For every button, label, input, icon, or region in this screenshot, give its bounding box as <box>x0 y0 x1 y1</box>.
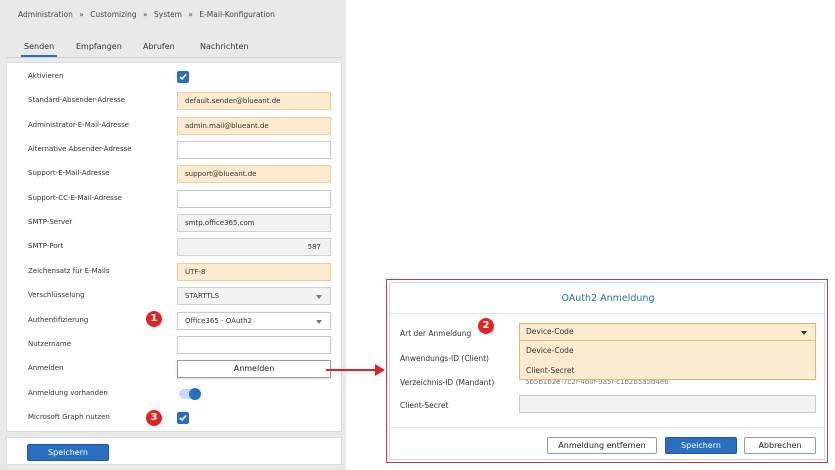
admin-mail-label: Administrator-E-Mail-Adresse <box>28 121 130 129</box>
smtp-port-label: SMTP-Port <box>28 242 64 250</box>
row-support-cc: Support-CC-E-Mail-Adresse <box>7 190 343 208</box>
art-der-anmeldung-select[interactable]: Device-Code <box>519 323 816 341</box>
alt-absender-input[interactable] <box>177 141 331 159</box>
row-smtp-server: SMTP-Server smtp.office365.com <box>7 214 343 232</box>
dialog-cancel-button[interactable]: Abbrechen <box>744 437 816 454</box>
row-nutzername: Nutzername <box>7 336 343 354</box>
breadcrumb-separator: » <box>79 10 84 19</box>
support-mail-input[interactable]: support@blueant.de <box>177 165 331 183</box>
oauth2-dialog-body: OAuth2 Anmeldung Art der Anmeldung Devic… <box>389 282 826 460</box>
chevron-down-icon <box>316 295 322 299</box>
authentifizierung-select[interactable]: Office365 - OAuth2 <box>177 312 331 330</box>
aktivieren-label: Aktivieren <box>28 72 64 80</box>
smtp-server-input[interactable]: smtp.office365.com <box>177 214 331 232</box>
row-smtp-port: SMTP-Port 587 <box>7 238 343 256</box>
row-standard-absender: Standard-Absender-Adresse default.sender… <box>7 92 343 110</box>
breadcrumb: Administration » Customizing » System » … <box>18 10 275 19</box>
client-secret-input[interactable] <box>519 395 816 413</box>
tab-senden[interactable]: Senden <box>20 42 58 57</box>
callout-badge-3: 3 <box>146 410 162 426</box>
support-mail-label: Support-E-Mail-Adresse <box>28 169 110 177</box>
zeichensatz-label: Zeichensatz für E-Mails <box>28 267 110 275</box>
aktivieren-checkbox[interactable] <box>177 71 189 83</box>
anmeldung-vorhanden-toggle[interactable] <box>179 388 201 400</box>
anmeldung-vorhanden-label: Anmeldung vorhanden <box>28 389 108 397</box>
verzeichnis-id-label: Verzeichnis-ID (Mandant) <box>400 378 495 387</box>
nutzername-input[interactable] <box>177 336 331 354</box>
breadcrumb-item-customizing[interactable]: Customizing <box>90 10 136 19</box>
authentifizierung-label: Authentifizierung <box>28 316 89 324</box>
row-authentifizierung: Authentifizierung Office365 - OAuth2 <box>7 312 343 330</box>
row-anmelden: Anmelden Anmelden <box>7 360 343 378</box>
checkmark-icon <box>179 414 187 422</box>
anmeldung-entfernen-button[interactable]: Anmeldung entfernen <box>547 437 657 454</box>
tab-empfangen[interactable]: Empfangen <box>76 42 122 51</box>
anmelden-button[interactable]: Anmelden <box>177 360 331 378</box>
email-config-panel: Administration » Customizing » System » … <box>0 0 346 470</box>
tab-divider <box>6 57 342 58</box>
breadcrumb-item-email-konfiguration: E-Mail-Konfiguration <box>199 10 275 19</box>
screenshot-root: Administration » Customizing » System » … <box>0 0 835 470</box>
dropdown-option-device-code[interactable]: Device-Code <box>526 346 574 355</box>
authentifizierung-value: Office365 - OAuth2 <box>185 317 253 325</box>
callout-badge-2: 2 <box>478 318 494 334</box>
verzeichnis-id-input[interactable]: 5b5b1b2e-7c2f-4b0f-9a5f-c1b2b5a5d4e6 <box>519 380 679 386</box>
dialog-save-button[interactable]: Speichern <box>665 437 737 454</box>
breadcrumb-item-administration[interactable]: Administration <box>18 10 73 19</box>
art-der-anmeldung-label: Art der Anmeldung <box>400 329 472 338</box>
form-footer: Speichern <box>6 437 342 465</box>
tab-abrufen[interactable]: Abrufen <box>143 42 175 51</box>
row-anmeldung-vorhanden: Anmeldung vorhanden <box>7 385 343 403</box>
callout-badge-1: 1 <box>146 311 162 327</box>
oauth2-dialog: OAuth2 Anmeldung Art der Anmeldung Devic… <box>386 279 828 463</box>
row-microsoft-graph: Microsoft Graph nutzen <box>7 409 343 427</box>
row-aktivieren: Aktivieren <box>7 68 343 86</box>
tab-nachrichten[interactable]: Nachrichten <box>200 42 248 51</box>
microsoft-graph-checkbox[interactable] <box>177 412 189 424</box>
checkmark-icon <box>179 73 187 81</box>
row-admin-mail: Administrator-E-Mail-Adresse admin.mail@… <box>7 117 343 135</box>
art-der-anmeldung-value: Device-Code <box>526 327 574 336</box>
verschluesselung-label: Verschlüsselung <box>28 291 85 299</box>
verschluesselung-select[interactable]: STARTTLS <box>177 287 331 305</box>
breadcrumb-separator: » <box>143 10 148 19</box>
standard-absender-label: Standard-Absender-Adresse <box>28 96 126 104</box>
support-cc-input[interactable] <box>177 190 331 208</box>
anmelden-label: Anmelden <box>28 364 64 372</box>
breadcrumb-separator: » <box>188 10 193 19</box>
dialog-title: OAuth2 Anmeldung <box>561 293 655 304</box>
toggle-knob <box>189 388 201 400</box>
dropdown-option-client-secret[interactable]: Client-Secret <box>526 366 574 375</box>
alt-absender-label: Alternative Absender-Adresse <box>28 145 132 153</box>
row-zeichensatz: Zeichensatz für E-Mails UTF-8 <box>7 263 343 281</box>
nutzername-label: Nutzername <box>28 340 72 348</box>
row-support-mail: Support-E-Mail-Adresse support@blueant.d… <box>7 165 343 183</box>
senden-form: Aktivieren Standard-Absender-Adresse def… <box>6 62 342 432</box>
smtp-server-label: SMTP-Server <box>28 218 73 226</box>
dialog-footer-divider <box>390 427 826 428</box>
chevron-down-icon <box>316 320 322 324</box>
standard-absender-input[interactable]: default.sender@blueant.de <box>177 92 331 110</box>
smtp-port-input[interactable]: 587 <box>177 238 331 256</box>
support-cc-label: Support-CC-E-Mail-Adresse <box>28 194 122 202</box>
save-button[interactable]: Speichern <box>27 444 109 461</box>
verschluesselung-value: STARTTLS <box>185 292 220 300</box>
microsoft-graph-label: Microsoft Graph nutzen <box>28 413 110 421</box>
chevron-down-icon <box>801 331 807 335</box>
admin-mail-input[interactable]: admin.mail@blueant.de <box>177 117 331 135</box>
breadcrumb-item-system[interactable]: System <box>154 10 182 19</box>
client-secret-label: Client-Secret <box>400 401 449 410</box>
dialog-divider <box>390 313 826 314</box>
zeichensatz-input[interactable]: UTF-8 <box>177 263 331 281</box>
arrow-right-icon <box>326 364 385 376</box>
anwendungs-id-label: Anwendungs-ID (Client) <box>400 354 489 363</box>
row-verschluesselung: Verschlüsselung STARTTLS <box>7 287 343 305</box>
row-alt-absender: Alternative Absender-Adresse <box>7 141 343 159</box>
art-der-anmeldung-dropdown: Device-Code Client-Secret <box>519 340 816 380</box>
